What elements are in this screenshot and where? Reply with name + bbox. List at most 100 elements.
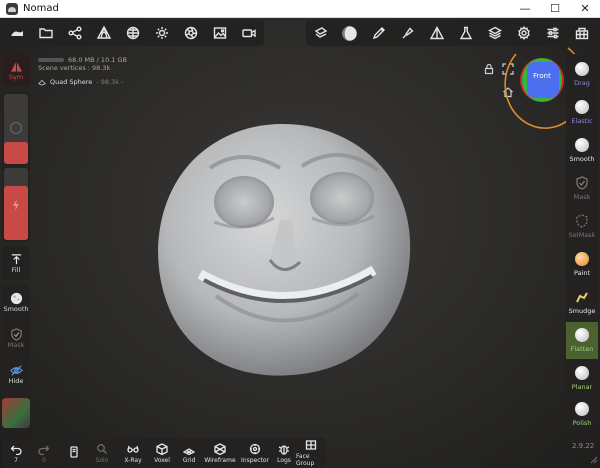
brush-sliders	[2, 92, 30, 242]
experimental-button[interactable]	[451, 20, 480, 46]
brush-button[interactable]	[393, 20, 422, 46]
tool-selmask[interactable]: SelMask	[566, 208, 598, 245]
intensity-slider[interactable]	[4, 168, 28, 240]
brush-icon	[402, 27, 414, 39]
voxel-cube-icon	[156, 442, 168, 455]
topology-button[interactable]	[89, 20, 118, 46]
tool-polish[interactable]: Polish	[566, 398, 598, 430]
quick-smooth-label: Smooth	[3, 304, 29, 313]
sculpt-mesh-face[interactable]	[152, 120, 414, 382]
video-camera-icon	[241, 29, 256, 38]
symmetry-icon	[10, 60, 22, 72]
planar-tool-icon	[575, 366, 589, 380]
app-version: 2.9.22	[572, 442, 595, 450]
solo-toggle[interactable]: Solo	[86, 438, 118, 468]
app-window: Nomad — ☐ ✕ 68.0 MB / 10.1 GB Scene vert…	[0, 0, 600, 468]
symmetry-toggle[interactable]: Sym	[2, 54, 30, 86]
background-button[interactable]	[205, 20, 234, 46]
voxel-label: Voxel	[154, 456, 170, 464]
grid-toggle[interactable]: Grid	[176, 438, 202, 468]
memory-usage: 68.0 MB / 10.1 GB	[68, 56, 127, 64]
search-icon	[97, 443, 107, 454]
scene-info: 68.0 MB / 10.1 GB Scene vertices : 98.3k…	[38, 56, 127, 86]
tool-paint[interactable]: Paint	[566, 246, 598, 283]
resize-grip-icon[interactable]	[590, 456, 598, 464]
tool-smooth-label: Smooth	[569, 155, 595, 163]
tool-elastic[interactable]: Elastic	[566, 94, 598, 131]
quick-hide-label: Hide	[8, 376, 24, 385]
scene-button[interactable]	[60, 20, 89, 46]
lock-camera-button[interactable]	[483, 60, 495, 75]
sun-icon	[155, 27, 168, 39]
logs-toggle[interactable]: Logs	[272, 438, 296, 468]
minimize-button[interactable]: —	[510, 0, 540, 18]
undo-button[interactable]: 7	[2, 438, 30, 468]
lock-icon	[484, 63, 494, 75]
layers-icon	[487, 26, 502, 40]
color-swatch-button[interactable]	[2, 398, 30, 428]
multires-button[interactable]	[118, 20, 147, 46]
tool-drag[interactable]: Drag	[566, 56, 598, 93]
face-group-label: Face Group	[296, 453, 315, 467]
bug-icon	[278, 444, 290, 455]
inspector-toggle[interactable]: Inspector	[238, 438, 272, 468]
tool-mask[interactable]: Mask	[566, 170, 598, 207]
object-name: Quad Sphere	[50, 78, 93, 86]
wireframe-toggle[interactable]: Wireframe	[202, 438, 238, 468]
drag-tool-icon	[575, 62, 589, 76]
xray-label: X-Ray	[124, 456, 142, 464]
voxel-toggle[interactable]: Voxel	[148, 438, 176, 468]
face-group-icon	[305, 440, 317, 450]
redo-count: 0	[42, 456, 46, 464]
topology-icon	[96, 26, 111, 39]
grid-icon	[183, 447, 195, 455]
tool-smudge-label: Smudge	[568, 307, 596, 315]
redo-button[interactable]: 0	[30, 438, 58, 468]
stroke-button[interactable]	[364, 20, 393, 46]
xray-toggle[interactable]: X-Ray	[118, 438, 148, 468]
stroke-settings-button[interactable]	[306, 20, 335, 46]
phone-icon	[70, 446, 78, 458]
material-button[interactable]	[335, 20, 364, 46]
scene-vertices: Scene vertices : 98.3k	[38, 64, 111, 72]
tool-drag-label: Drag	[574, 79, 590, 87]
quick-mask-button[interactable]: Mask	[2, 320, 30, 356]
fill-button[interactable]: Fill	[2, 246, 30, 280]
polish-tool-icon	[575, 401, 589, 416]
multiresolution-icon	[126, 26, 139, 40]
tool-planar[interactable]: Planar	[566, 360, 598, 397]
view-cube-gizmo[interactable]: Front	[520, 58, 564, 102]
mask-shield-icon	[10, 327, 22, 341]
sym-label: Sym	[8, 72, 24, 81]
tool-smooth[interactable]: Smooth	[566, 132, 598, 169]
wireframe-label: Wireframe	[204, 456, 236, 464]
glasses-icon	[127, 445, 139, 453]
active-object-row[interactable]: Quad Sphere - 98.3k -	[38, 78, 127, 86]
radius-slider[interactable]	[4, 94, 28, 164]
smudge-tool-icon	[576, 292, 588, 303]
files-button[interactable]	[31, 20, 60, 46]
camera-button[interactable]	[234, 20, 263, 46]
mobile-layout-button[interactable]	[62, 438, 86, 468]
render-settings-button[interactable]	[176, 20, 205, 46]
tool-smudge[interactable]: Smudge	[566, 284, 598, 321]
face-group-toggle[interactable]: Face Group	[296, 438, 326, 468]
quick-hide-button[interactable]: Hide	[2, 356, 30, 392]
view-options-group: Solo X-Ray Voxel Grid Wireframe Inspecto…	[62, 438, 326, 468]
scene-graph-icon	[68, 26, 81, 40]
maximize-button[interactable]: ☐	[540, 0, 570, 18]
lighting-button[interactable]	[147, 20, 176, 46]
fill-arrow-icon	[11, 253, 21, 264]
close-button[interactable]: ✕	[570, 0, 600, 18]
intensity-slider-fill	[4, 186, 28, 240]
smooth-ball-icon	[10, 292, 22, 304]
quick-smooth-button[interactable]: Smooth	[2, 284, 30, 320]
logs-label: Logs	[277, 456, 291, 464]
tool-flatten-label: Flatten	[570, 345, 594, 353]
logo-menu-button[interactable]	[2, 20, 31, 46]
tool-planar-label: Planar	[571, 383, 593, 391]
eye-off-icon	[9, 364, 23, 376]
symmetry-button[interactable]	[422, 20, 451, 46]
tool-flatten[interactable]: Flatten	[566, 322, 598, 359]
sculpt-tools-panel: Drag Elastic Smooth Mask SelMask Paint S…	[566, 54, 598, 430]
